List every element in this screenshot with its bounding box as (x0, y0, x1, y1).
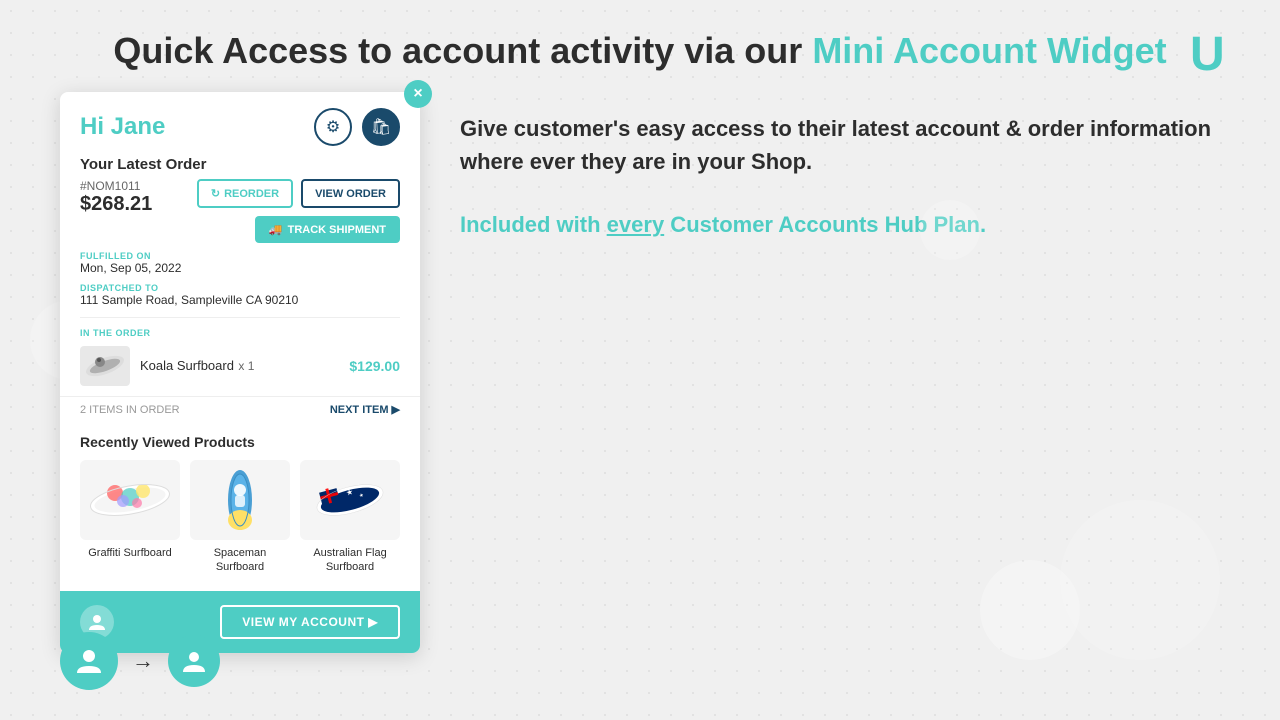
list-item[interactable]: Graffiti Surfboard (80, 460, 180, 575)
widget-greeting: Hi Jane (80, 113, 165, 141)
right-sub-accent: every (607, 212, 665, 237)
recently-viewed-section: Recently Viewed Products (60, 422, 420, 591)
next-item-bar: 2 ITEMS IN ORDER NEXT ITEM ▶ (60, 396, 420, 422)
widget-wrapper: × Hi Jane ⚙ 🛍 Your Latest Order #NOM1011 (60, 92, 420, 653)
reorder-button[interactable]: ↻ REORDER (197, 179, 293, 208)
aus-flag-thumbnail: ★ ★ ★ (300, 460, 400, 540)
track-shipment-button[interactable]: 🚚 TRACK SHIPMENT (255, 216, 400, 243)
order-item-row: Koala Surfboard x 1 $129.00 (80, 346, 400, 386)
right-sub-text: Included with every Customer Accounts Hu… (460, 208, 1220, 241)
aus-flag-label: Australian Flag Surfboard (300, 546, 400, 575)
in-order-section: IN THE ORDER (60, 318, 420, 396)
header-title-plain: Quick Access to account activity via our (113, 30, 812, 71)
svg-text:U: U (1190, 28, 1225, 80)
fulfilled-label: FULFILLED ON (80, 251, 400, 261)
dispatched-info: DISPATCHED TO 111 Sample Road, Samplevil… (80, 283, 400, 307)
item-name-qty: Koala Surfboard x 1 (140, 357, 254, 375)
right-main-text: Give customer's easy access to their lat… (460, 112, 1220, 178)
widget-header: Hi Jane ⚙ 🛍 (60, 92, 420, 156)
user-circle-outline-icon (168, 635, 220, 687)
in-order-label: IN THE ORDER (80, 328, 400, 338)
header-title-accent: Mini Account Widget (812, 30, 1166, 71)
fulfilled-date: Mon, Sep 05, 2022 (80, 261, 400, 275)
list-item[interactable]: ★ ★ ★ Australian Flag Surfboard (300, 460, 400, 575)
graffiti-label: Graffiti Surfboard (80, 546, 180, 560)
item-name: Koala Surfboard (140, 358, 234, 373)
dispatched-address: 111 Sample Road, Sampleville CA 90210 (80, 293, 400, 307)
close-button[interactable]: × (404, 80, 432, 108)
widget-icon-group: ⚙ 🛍 (314, 108, 400, 146)
order-actions: ↻ REORDER VIEW ORDER 🚚 TRACK SHIPMENT (197, 179, 400, 243)
items-count: 2 ITEMS IN ORDER (80, 404, 180, 416)
graffiti-thumbnail (80, 460, 180, 540)
item-thumbnail (80, 346, 130, 386)
right-content: Give customer's easy access to their lat… (460, 92, 1220, 241)
order-item-left: Koala Surfboard x 1 (80, 346, 254, 386)
settings-button[interactable]: ⚙ (314, 108, 352, 146)
order-id: #NOM1011 (80, 179, 152, 193)
arrow-icon: → (132, 648, 154, 674)
latest-order-section: Your Latest Order #NOM1011 $268.21 ↻ REO… (60, 156, 420, 317)
item-price: $129.00 (349, 358, 400, 374)
widget-card: Hi Jane ⚙ 🛍 Your Latest Order #NOM1011 $… (60, 92, 420, 653)
item-qty: x 1 (238, 359, 254, 373)
bag-button[interactable]: 🛍 (362, 108, 400, 146)
right-sub-plain: Included with (460, 212, 607, 237)
dispatched-label: DISPATCHED TO (80, 283, 400, 293)
recently-viewed-grid: Graffiti Surfboard (80, 460, 400, 575)
next-item-link[interactable]: NEXT ITEM ▶ (330, 403, 400, 416)
spaceman-thumbnail (190, 460, 290, 540)
latest-order-title: Your Latest Order (80, 156, 400, 173)
spaceman-label: Spaceman Surfboard (190, 546, 290, 575)
order-btn-row: ↻ REORDER VIEW ORDER (197, 179, 400, 208)
truck-icon: 🚚 (269, 223, 283, 236)
list-item[interactable]: Spaceman Surfboard (190, 460, 290, 575)
order-meta: #NOM1011 $268.21 ↻ REORDER VIEW ORDER 🚚 … (80, 179, 400, 243)
view-order-button[interactable]: VIEW ORDER (301, 179, 400, 208)
fulfilled-info: FULFILLED ON Mon, Sep 05, 2022 (80, 251, 400, 275)
view-my-account-button[interactable]: VIEW MY ACCOUNT ▶ (220, 605, 400, 639)
order-price: $268.21 (80, 193, 152, 216)
page-header: Quick Access to account activity via our… (0, 0, 1280, 72)
order-id-price: #NOM1011 $268.21 (80, 179, 152, 216)
user-circle-icon (60, 632, 118, 690)
recently-viewed-title: Recently Viewed Products (80, 434, 400, 450)
logo-icon: U (1185, 25, 1240, 80)
bottom-user-flow: → (60, 632, 220, 690)
